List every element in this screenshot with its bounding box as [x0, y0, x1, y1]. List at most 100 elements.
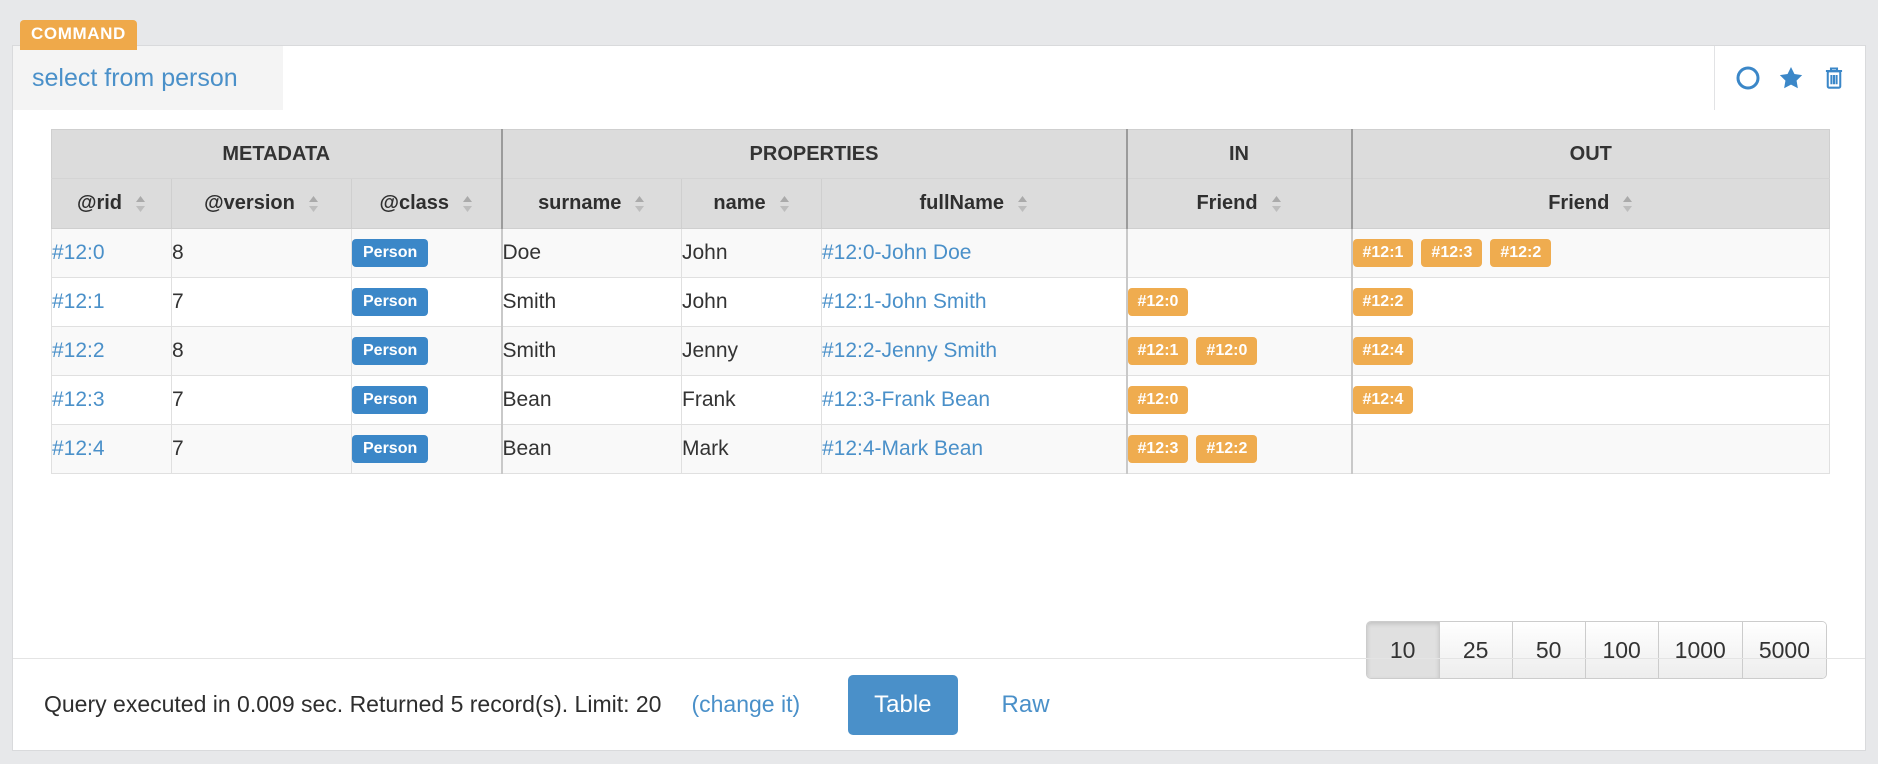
sort-icon[interactable] [1271, 194, 1282, 214]
table-row: #12:08PersonDoeJohn#12:0-John Doe#12:1#1… [52, 229, 1830, 278]
column-header-rid[interactable]: @rid [52, 179, 172, 229]
edge-chip[interactable]: #12:0 [1128, 386, 1189, 415]
cell-version: 8 [172, 229, 352, 278]
sort-icon[interactable] [634, 194, 645, 214]
fullname-link[interactable]: #12:2-Jenny Smith [822, 339, 997, 362]
query-result-panel: select from person [12, 45, 1866, 751]
view-raw-button[interactable]: Raw [1002, 691, 1050, 719]
column-header-surname[interactable]: surname [502, 179, 682, 229]
group-header-properties: PROPERTIES [502, 130, 1127, 179]
edge-chip[interactable]: #12:3 [1128, 435, 1189, 464]
rid-link[interactable]: #12:3 [52, 388, 105, 411]
group-header-row: METADATA PROPERTIES IN OUT [52, 130, 1830, 179]
cell-out-friend: #12:4 [1352, 327, 1830, 376]
edge-chip[interactable]: #12:2 [1490, 239, 1551, 268]
circle-icon[interactable] [1735, 65, 1761, 91]
edge-chip[interactable]: #12:2 [1353, 288, 1414, 317]
edge-chip-group: #12:3#12:2 [1128, 435, 1351, 464]
view-table-button[interactable]: Table [848, 675, 957, 735]
cell-name: Mark [682, 425, 822, 474]
version-value: 8 [172, 241, 184, 264]
cell-name: John [682, 278, 822, 327]
fullname-link[interactable]: #12:1-John Smith [822, 290, 987, 313]
cell-version: 7 [172, 278, 352, 327]
rid-link[interactable]: #12:2 [52, 339, 105, 362]
cell-name: John [682, 229, 822, 278]
fullname-link[interactable]: #12:0-John Doe [822, 241, 971, 264]
sort-icon[interactable] [779, 194, 790, 214]
surname-value: Bean [503, 437, 552, 460]
cell-in-friend: #12:0 [1127, 376, 1352, 425]
column-label: @rid [77, 192, 122, 215]
edge-chip[interactable]: #12:4 [1353, 386, 1414, 415]
sort-icon[interactable] [462, 194, 473, 214]
sort-icon[interactable] [135, 194, 146, 214]
edge-chip-group: #12:4 [1353, 337, 1830, 366]
cell-class: Person [352, 425, 502, 474]
edge-chip-group: #12:1#12:3 #12:2 [1353, 239, 1830, 268]
sort-icon[interactable] [308, 194, 319, 214]
edge-chip[interactable]: #12:1 [1128, 337, 1189, 366]
column-label: name [713, 192, 765, 215]
cell-rid: #12:3 [52, 376, 172, 425]
edge-chip[interactable]: #12:0 [1196, 337, 1257, 366]
rid-link[interactable]: #12:1 [52, 290, 105, 313]
column-label: Friend [1548, 192, 1609, 215]
cell-out-friend [1352, 425, 1830, 474]
class-chip[interactable]: Person [352, 337, 428, 366]
table-row: #12:1 7Person Smith John#12:1-John Smith #12… [52, 278, 1830, 327]
class-chip[interactable]: Person [352, 386, 428, 415]
edge-chip-group: #12:0 [1128, 386, 1351, 415]
cell-rid: #12:0 [52, 229, 172, 278]
edge-chip[interactable]: #12:3 [1421, 239, 1482, 268]
sort-icon[interactable] [1017, 194, 1028, 214]
column-header-out-friend[interactable]: Friend [1352, 179, 1830, 229]
column-header-row: @rid @version [52, 179, 1830, 229]
surname-value: Bean [503, 388, 552, 411]
cell-class: Person [352, 327, 502, 376]
edge-chip[interactable]: #12:1 [1353, 239, 1414, 268]
command-badge: COMMAND [20, 20, 137, 50]
edge-chip[interactable]: #12:0 [1128, 288, 1189, 317]
fullname-link[interactable]: #12:3-Frank Bean [822, 388, 990, 411]
column-label: fullName [920, 192, 1004, 215]
query-actions [1714, 46, 1865, 110]
surname-value: Smith [503, 290, 557, 313]
query-text[interactable]: select from person [13, 46, 283, 110]
edge-chip[interactable]: #12:2 [1196, 435, 1257, 464]
query-bar: select from person [13, 46, 1865, 110]
surname-value: Smith [503, 339, 557, 362]
star-icon[interactable] [1777, 64, 1805, 92]
change-limit-link[interactable]: (change it) [691, 691, 800, 718]
rid-link[interactable]: #12:4 [52, 437, 105, 460]
column-label: surname [538, 192, 621, 215]
cell-surname: Smith [502, 327, 682, 376]
cell-surname: Bean [502, 376, 682, 425]
group-header-metadata: METADATA [52, 130, 502, 179]
class-chip[interactable]: Person [352, 239, 428, 268]
cell-fullname: #12:4-Mark Bean [822, 425, 1127, 474]
fullname-link[interactable]: #12:4-Mark Bean [822, 437, 983, 460]
class-chip[interactable]: Person [352, 435, 428, 464]
cell-surname: Bean [502, 425, 682, 474]
class-chip[interactable]: Person [352, 288, 428, 317]
column-header-in-friend[interactable]: Friend [1127, 179, 1352, 229]
table-body: #12:08PersonDoeJohn#12:0-John Doe#12:1#1… [52, 229, 1830, 474]
query-status-text: Query executed in 0.009 sec. Returned 5 … [44, 691, 661, 718]
column-header-class[interactable]: @class [352, 179, 502, 229]
results-footer: Query executed in 0.009 sec. Returned 5 … [13, 658, 1865, 750]
cell-version: 7 [172, 425, 352, 474]
cell-out-friend: #12:2 [1352, 278, 1830, 327]
surname-value: Doe [503, 241, 542, 264]
sort-icon[interactable] [1622, 194, 1633, 214]
edge-chip[interactable]: #12:4 [1353, 337, 1414, 366]
rid-link[interactable]: #12:0 [52, 241, 105, 264]
column-header-name[interactable]: name [682, 179, 822, 229]
column-header-version[interactable]: @version [172, 179, 352, 229]
version-value: 7 [172, 437, 184, 460]
version-value: 7 [172, 388, 184, 411]
cell-version: 8 [172, 327, 352, 376]
column-header-fullname[interactable]: fullName [822, 179, 1127, 229]
trash-icon[interactable] [1821, 64, 1847, 92]
cell-in-friend [1127, 229, 1352, 278]
